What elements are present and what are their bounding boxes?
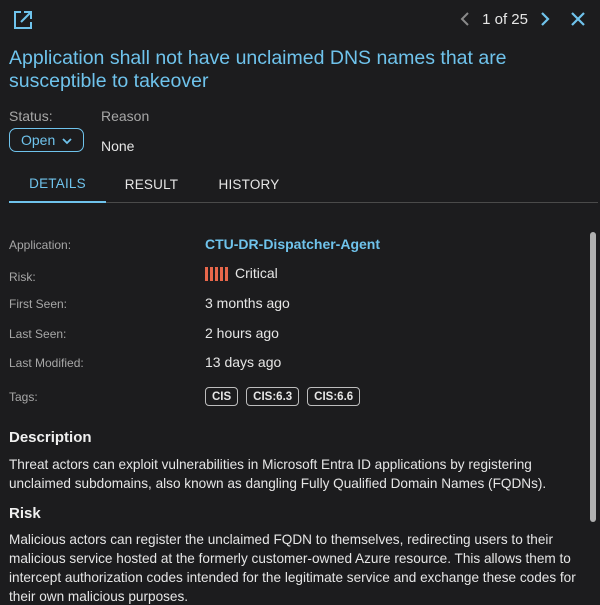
chevron-left-icon[interactable] (456, 10, 474, 28)
chevron-down-icon (62, 132, 72, 148)
page-title: Application shall not have unclaimed DNS… (9, 47, 507, 92)
risk-label: Risk: (9, 270, 36, 284)
pager-count: 1 of 25 (482, 10, 528, 28)
tag-chip: CIS:6.3 (246, 387, 300, 406)
last-seen-value: 2 hours ago (205, 325, 279, 341)
last-seen-label: Last Seen: (9, 327, 67, 341)
tab-bar: DETAILS RESULT HISTORY (9, 165, 598, 203)
pager: 1 of 25 (456, 8, 588, 30)
tag-chip: CIS (205, 387, 239, 406)
risk-heading: Risk (9, 505, 41, 522)
reason-value: None (101, 138, 135, 154)
tab-result[interactable]: RESULT (106, 165, 197, 203)
status-label: Status: (9, 108, 53, 124)
tags-label: Tags: (9, 390, 38, 404)
status-dropdown[interactable]: Open (9, 128, 85, 152)
last-modified-label: Last Modified: (9, 356, 84, 370)
tag-chip: CIS:6.6 (307, 387, 361, 406)
application-label: Application: (9, 238, 72, 252)
tab-history[interactable]: HISTORY (204, 165, 294, 203)
risk-value: Critical (205, 265, 278, 282)
tag-list: CIS CIS:6.3 CIS:6.6 (205, 387, 361, 406)
reason-label: Reason (101, 108, 150, 124)
tab-details[interactable]: DETAILS (9, 165, 106, 203)
top-bar: 1 of 25 (0, 0, 600, 38)
risk-text-paragraph: Malicious actors can register the unclai… (9, 532, 576, 604)
first-seen-label: First Seen: (9, 297, 68, 311)
description-text: Threat actors can exploit vulnerabilitie… (9, 457, 547, 491)
close-icon[interactable] (568, 9, 588, 29)
status-value: Open (21, 132, 56, 148)
open-external-icon[interactable] (12, 9, 34, 31)
chevron-right-icon[interactable] (536, 10, 554, 28)
application-link[interactable]: CTU-DR-Dispatcher-Agent (205, 236, 380, 252)
last-modified-value: 13 days ago (205, 354, 282, 370)
description-heading: Description (9, 429, 92, 446)
risk-bars-icon (205, 267, 228, 282)
scrollbar[interactable] (590, 232, 596, 522)
first-seen-value: 3 months ago (205, 295, 290, 311)
risk-text: Critical (235, 265, 278, 281)
